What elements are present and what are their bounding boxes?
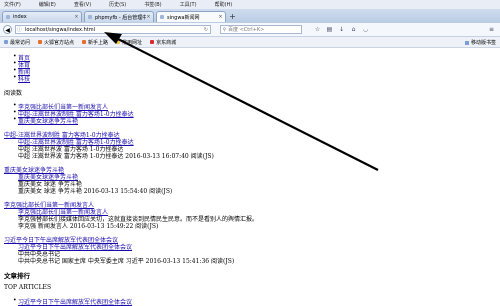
info-icon[interactable]: ⓘ: [16, 26, 23, 33]
home-icon[interactable]: ⌂: [350, 26, 357, 33]
search-placeholder: 百度 <Ctrl+K>: [228, 27, 265, 33]
folder-icon: [116, 40, 121, 44]
bookmark-common-sites[interactable]: 常用网址: [116, 39, 142, 46]
search-box[interactable]: ⚲ 百度 <Ctrl+K>: [220, 25, 302, 34]
article-meta: 中超 汪嵩世界波 富力客场 1-0力挫泰达 2016-03-13 16:07:4…: [18, 153, 214, 160]
reading-item[interactable]: 重庆美女球迷争芳斗艳: [13, 116, 78, 125]
page-icon: [6, 15, 10, 19]
article-meta: 中共中央总书记 国家主席 中央军委主席 习近平 2016-03-13 15:41…: [18, 258, 235, 265]
page-icon: [88, 15, 92, 19]
bookmark-most-visited[interactable]: 最常访问: [4, 39, 30, 46]
library-icon[interactable]: ▤: [326, 26, 333, 33]
tab-singwa[interactable]: singwa新闻网 ×: [156, 11, 226, 22]
address-url: localhost/singwa/index.html: [25, 26, 95, 33]
ranking-title: 文章排行: [4, 272, 30, 280]
nav-tech[interactable]: 科技: [13, 74, 30, 83]
bookmark-firefox-site[interactable]: 火狐官方站点: [38, 39, 74, 46]
pocket-icon[interactable]: ◡: [362, 26, 369, 33]
reload-icon[interactable]: ↻: [202, 27, 210, 33]
firefox-icon: [82, 40, 87, 44]
tab-strip: index × phpmyfb - 后台管理中心 × singwa新闻网 × +: [0, 9, 500, 24]
menu-help[interactable]: 帮助(H): [215, 1, 233, 8]
bookmarks-bar: 最常访问 火狐官方站点 新手上路 常用网址 京东商城 移动版书签: [0, 37, 500, 48]
ranking-subtitle: TOP ARTICLES: [4, 284, 52, 291]
bookmark-getting-started[interactable]: 新手上路: [82, 39, 108, 46]
menu-bookmarks[interactable]: 书签(B): [144, 1, 161, 8]
menu-tools[interactable]: 工具(T): [180, 1, 197, 8]
menu-history[interactable]: 历史(S): [109, 1, 126, 8]
tab-index[interactable]: index ×: [2, 11, 82, 22]
close-icon[interactable]: ×: [74, 14, 79, 20]
folder-icon: [464, 40, 469, 45]
menu-edit[interactable]: 编辑(E): [39, 1, 56, 8]
address-bar[interactable]: ⓘ localhost/singwa/index.html ↻: [15, 25, 211, 34]
page-content: 首页 体育 新闻 科技 阅读数 李克强比部长们当第一新闻发言人 中超-汪嵩世界波…: [0, 48, 500, 306]
back-arrow-icon[interactable]: ◀: [3, 25, 12, 34]
ranking-item[interactable]: 习近平今日下午出席解放军代表团全体会议: [13, 297, 132, 306]
page-icon: [160, 15, 164, 19]
tab-label: singwa新闻网: [167, 14, 200, 21]
bookmark-mobile[interactable]: 移动版书签: [464, 39, 496, 46]
tab-label: phpmyfb - 后台管理中心: [95, 14, 146, 21]
section-title: 阅读数: [4, 90, 23, 97]
bookmark-jd-mall[interactable]: 京东商城: [150, 39, 176, 46]
menu-icon[interactable]: ≡: [488, 26, 495, 33]
close-icon[interactable]: ×: [146, 14, 151, 20]
jd-icon: [150, 40, 155, 44]
menu-view[interactable]: 查看(V): [74, 1, 91, 8]
menu-file[interactable]: 文件(F): [4, 1, 21, 8]
tab-label: index: [13, 14, 27, 20]
folder-icon: [4, 40, 8, 44]
star-icon[interactable]: ☆: [314, 26, 321, 33]
menu-bar: 文件(F) 编辑(E) 查看(V) 历史(S) 书签(B) 工具(T) 帮助(H…: [0, 0, 500, 9]
tab-phpmyfb[interactable]: phpmyfb - 后台管理中心 ×: [84, 11, 154, 22]
firefox-icon: [38, 40, 43, 44]
navigation-bar: ◀ ⓘ localhost/singwa/index.html ↻ ⚲ 百度 <…: [0, 23, 500, 37]
article-meta: 重庆美女 球迷 争芳斗艳 2016-03-13 15:54:40 阅读(JS): [18, 188, 173, 195]
new-tab-icon[interactable]: +: [228, 12, 237, 21]
download-icon[interactable]: ↓: [338, 26, 345, 33]
search-icon: ⚲: [222, 26, 227, 33]
close-icon[interactable]: ×: [218, 14, 223, 20]
article-meta: 李克强 新闻发言人 2016-03-13 15:49:22 阅读(JS): [18, 223, 159, 230]
